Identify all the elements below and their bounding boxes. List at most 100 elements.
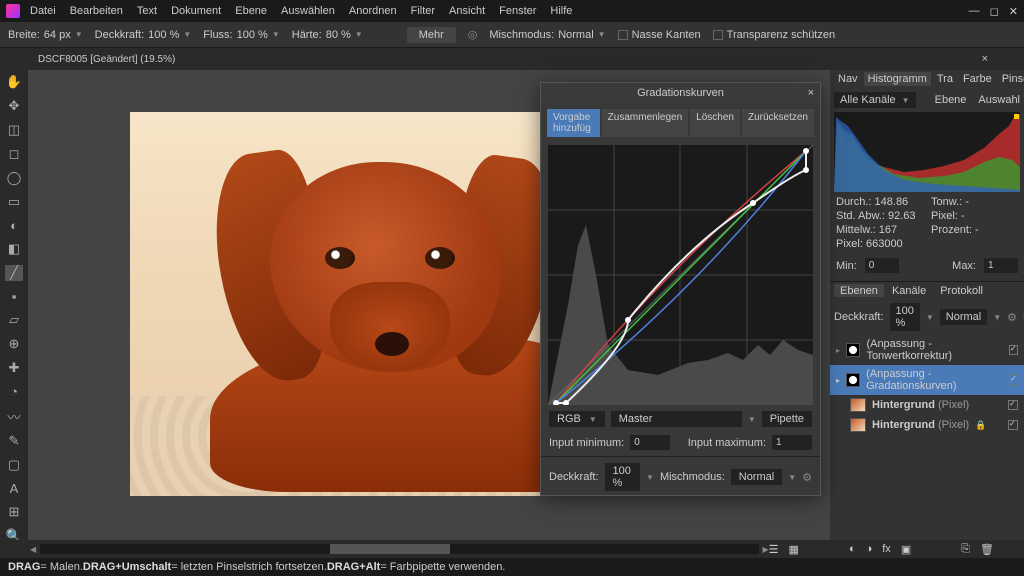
menu-fenster[interactable]: Fenster: [499, 5, 536, 17]
lasso-tool-icon[interactable]: ◯: [5, 170, 23, 186]
fluss-value[interactable]: 100 %: [237, 29, 268, 41]
layer-item-tonwert[interactable]: ▸ (Anpassung - Tonwertkorrektur): [830, 335, 1024, 365]
breite-value[interactable]: 64 px: [44, 29, 71, 41]
channel-dropdown[interactable]: RGB ▼: [549, 411, 605, 427]
chevron-down-icon[interactable]: ▼: [272, 30, 280, 39]
snapping-icon[interactable]: ▦: [789, 543, 799, 556]
delete-button[interactable]: Löschen: [690, 109, 740, 137]
layer-blendmode[interactable]: Normal: [940, 309, 987, 325]
chevron-down-icon[interactable]: ▼: [598, 30, 606, 39]
marquee-tool-icon[interactable]: ▭: [5, 194, 23, 210]
move-tool-icon[interactable]: ✥: [5, 98, 23, 114]
tab-farbe[interactable]: Farbe: [959, 72, 996, 86]
text-tool-icon[interactable]: A: [5, 481, 23, 496]
stabilizer-icon[interactable]: ◎: [468, 28, 478, 41]
chevron-down-icon[interactable]: ▼: [748, 415, 756, 424]
menu-ansicht[interactable]: Ansicht: [449, 5, 485, 17]
selection-tool-icon[interactable]: ◻: [5, 146, 23, 162]
crop-icon[interactable]: ▣: [901, 543, 911, 556]
tab-protokoll[interactable]: Protokoll: [934, 284, 989, 297]
close-icon[interactable]: ×: [808, 87, 814, 99]
chevron-down-icon[interactable]: ▼: [646, 473, 654, 482]
menu-text[interactable]: Text: [137, 5, 157, 17]
deckkraft-value[interactable]: 100 %: [148, 29, 179, 41]
master-dropdown[interactable]: Master: [611, 411, 742, 427]
tab-close-icon[interactable]: ×: [982, 53, 988, 65]
input-min-field[interactable]: [630, 435, 670, 450]
tab-histogram[interactable]: Histogramm: [864, 72, 931, 86]
horizontal-scrollbar[interactable]: [40, 544, 758, 554]
eraser-tool-icon[interactable]: ▱: [5, 312, 23, 328]
minimize-icon[interactable]: —: [969, 5, 980, 18]
visibility-checkbox[interactable]: [1009, 375, 1018, 385]
smudge-tool-icon[interactable]: 〰: [5, 407, 23, 425]
tab-ebenen[interactable]: Ebenen: [834, 284, 884, 297]
layer-deck-value[interactable]: 100 %: [890, 303, 920, 331]
paintbrush-tool-icon[interactable]: ╱: [5, 265, 23, 281]
chevron-right-icon[interactable]: ▸: [836, 346, 840, 355]
dialog-deck-value[interactable]: 100 %: [605, 463, 641, 491]
assistant-icon[interactable]: ☰: [769, 543, 779, 556]
pixel-tool-icon[interactable]: ▪: [5, 289, 23, 304]
preset-add-button[interactable]: Vorgabe hinzufüg: [547, 109, 600, 137]
tab-transform[interactable]: Tra: [933, 72, 957, 86]
menu-ebene[interactable]: Ebene: [235, 5, 267, 17]
chevron-down-icon[interactable]: ▼: [788, 473, 796, 482]
mehr-button[interactable]: Mehr: [407, 27, 456, 43]
visibility-checkbox[interactable]: [1008, 420, 1018, 430]
merge-button[interactable]: Zusammenlegen: [602, 109, 688, 137]
mischmodus-value[interactable]: Normal: [558, 29, 593, 41]
input-max-field[interactable]: [772, 435, 812, 450]
maximize-icon[interactable]: ◻: [990, 5, 999, 18]
menu-dokument[interactable]: Dokument: [171, 5, 221, 17]
scroll-left-icon[interactable]: ◀: [30, 545, 36, 554]
menu-datei[interactable]: Datei: [30, 5, 56, 17]
visibility-checkbox[interactable]: [1008, 400, 1018, 410]
mask-icon[interactable]: ◐: [849, 543, 856, 556]
max-input[interactable]: [984, 258, 1018, 273]
dialog-titlebar[interactable]: Gradationskurven ×: [541, 83, 820, 103]
min-input[interactable]: [865, 258, 899, 273]
gear-icon[interactable]: ⚙: [802, 471, 812, 484]
reset-button[interactable]: Zurücksetzen: [742, 109, 814, 137]
mesh-tool-icon[interactable]: ⊞: [5, 504, 23, 520]
shape-tool-icon[interactable]: ▢: [5, 457, 23, 473]
menu-filter[interactable]: Filter: [411, 5, 435, 17]
transparenz-checkbox[interactable]: [713, 30, 723, 40]
crop-tool-icon[interactable]: ◫: [5, 122, 23, 138]
layer-item-kurven[interactable]: ▸ (Anpassung - Gradationskurven): [830, 365, 1024, 395]
chevron-down-icon[interactable]: ▼: [926, 313, 934, 322]
adjustment-icon[interactable]: ◑: [866, 543, 873, 556]
chevron-down-icon[interactable]: ▼: [355, 30, 363, 39]
clone-tool-icon[interactable]: ⊕: [5, 336, 23, 352]
fx-icon[interactable]: fx: [882, 543, 891, 556]
nasse-kanten-checkbox[interactable]: [618, 30, 628, 40]
gradient-tool-icon[interactable]: ◧: [5, 241, 23, 257]
duplicate-icon[interactable]: ⎘: [961, 543, 970, 556]
hand-tool-icon[interactable]: ✋: [5, 74, 23, 90]
healing-tool-icon[interactable]: ✚: [5, 360, 23, 376]
flood-tool-icon[interactable]: ◐: [5, 218, 23, 233]
gear-icon[interactable]: ⚙: [1007, 311, 1017, 324]
pen-tool-icon[interactable]: ✎: [5, 433, 23, 449]
document-tab[interactable]: DSCF8005 [Geändert] (19.5%): [30, 51, 183, 68]
dialog-misch-value[interactable]: Normal: [731, 469, 782, 485]
harte-value[interactable]: 80 %: [326, 29, 351, 41]
menu-anordnen[interactable]: Anordnen: [349, 5, 397, 17]
channel-select[interactable]: Alle Kanäle▼: [834, 92, 916, 108]
pipette-button[interactable]: Pipette: [762, 411, 812, 427]
chevron-down-icon[interactable]: ▼: [75, 30, 83, 39]
menu-auswaehlen[interactable]: Auswählen: [281, 5, 335, 17]
tab-navigator[interactable]: Nav: [834, 72, 862, 86]
dodge-tool-icon[interactable]: ◔: [5, 384, 23, 399]
chevron-right-icon[interactable]: ▸: [836, 376, 840, 385]
visibility-checkbox[interactable]: [1009, 345, 1018, 355]
chevron-down-icon[interactable]: ▼: [993, 313, 1001, 322]
menu-hilfe[interactable]: Hilfe: [550, 5, 572, 17]
tab-kanaele[interactable]: Kanäle: [886, 284, 932, 297]
layer-item-hintergrund1[interactable]: Hintergrund (Pixel): [830, 395, 1024, 415]
layer-item-hintergrund2[interactable]: Hintergrund (Pixel) 🔒: [830, 415, 1024, 435]
tab-pinsel[interactable]: Pinsel: [998, 72, 1024, 86]
close-icon[interactable]: ✕: [1009, 5, 1018, 18]
menu-bearbeiten[interactable]: Bearbeiten: [70, 5, 123, 17]
